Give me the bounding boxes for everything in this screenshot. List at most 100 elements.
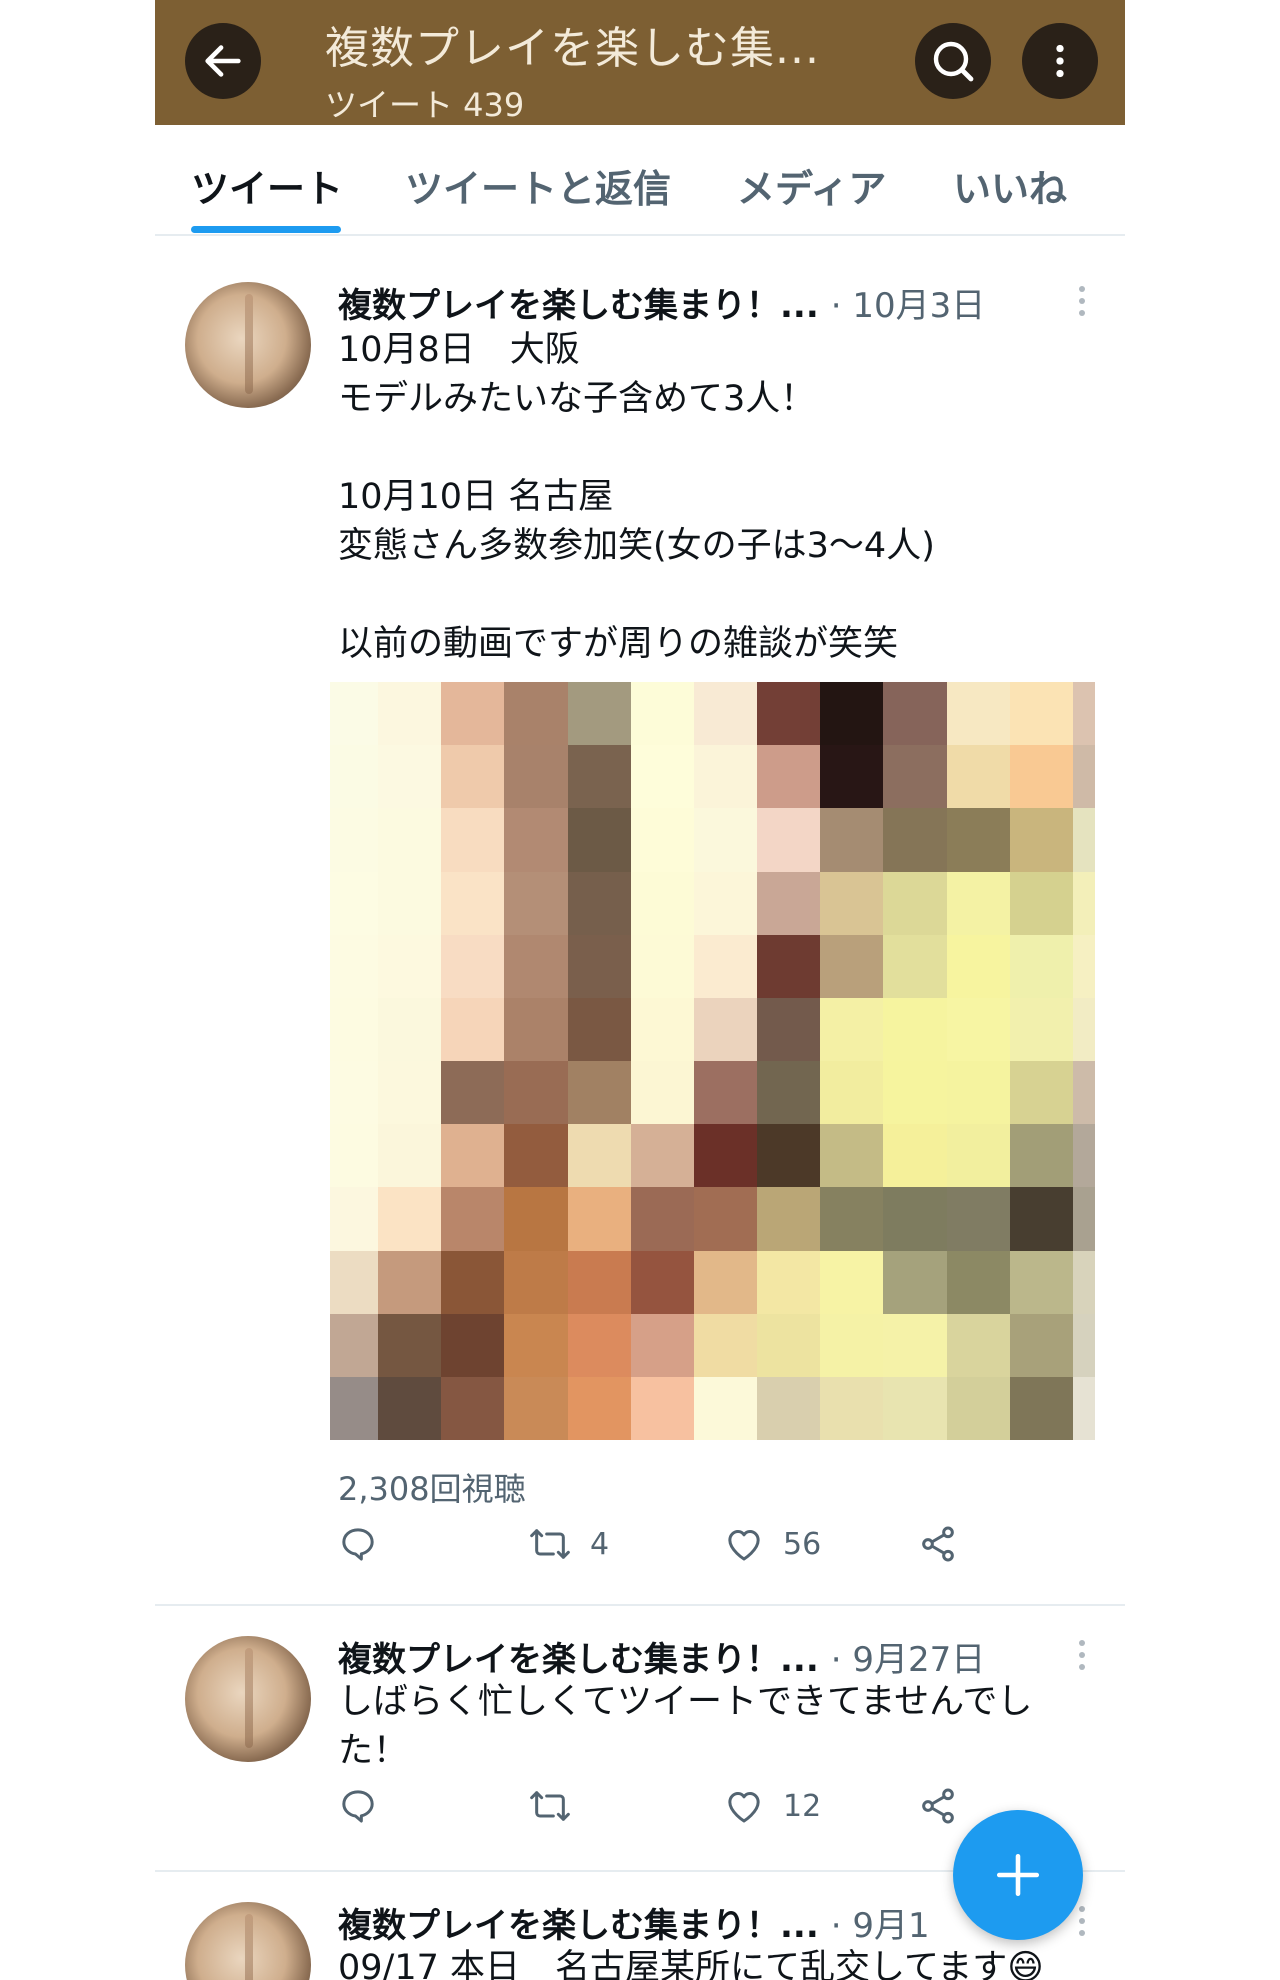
media-pixel bbox=[757, 1061, 821, 1125]
avatar[interactable] bbox=[185, 1902, 311, 1980]
media-pixel bbox=[1073, 1250, 1095, 1314]
media-pixel bbox=[1009, 1313, 1073, 1377]
like-button[interactable]: 12 bbox=[723, 1786, 821, 1826]
media-pixel bbox=[757, 1250, 821, 1314]
tweet-author-name[interactable]: 複数プレイを楽しむ集まり！... bbox=[338, 286, 819, 326]
like-count: 56 bbox=[783, 1526, 822, 1562]
tweet-author-name[interactable]: 複数プレイを楽しむ集まり！... bbox=[338, 1640, 819, 1680]
share-icon bbox=[922, 1526, 954, 1562]
search-button[interactable] bbox=[915, 23, 991, 99]
media-pixel bbox=[883, 1187, 947, 1251]
retweet-icon bbox=[530, 1791, 570, 1821]
compose-tweet-button[interactable] bbox=[953, 1810, 1083, 1940]
media-pixel bbox=[1073, 871, 1095, 935]
tweet-author-name[interactable]: 複数プレイを楽しむ集まり！... bbox=[338, 1906, 819, 1946]
media-pixel bbox=[693, 1124, 758, 1188]
media-pixel bbox=[504, 808, 568, 872]
reply-button[interactable] bbox=[338, 1786, 378, 1826]
media-pixel bbox=[693, 934, 758, 998]
profile-page: 複数プレイを楽しむ集... ツイート 439 ツイート ツイートと返信 メディア… bbox=[155, 0, 1125, 1980]
tweet-actions: 4 56 bbox=[338, 1524, 1098, 1574]
like-button[interactable]: 56 bbox=[723, 1524, 821, 1564]
active-tab-indicator bbox=[191, 226, 341, 233]
media-pixel bbox=[630, 808, 694, 872]
media-pixel bbox=[441, 1187, 505, 1251]
media-pixel bbox=[330, 682, 378, 746]
media-pixel bbox=[693, 1376, 758, 1440]
tweet-video-thumbnail[interactable] bbox=[330, 682, 1095, 1440]
media-pixel bbox=[330, 934, 378, 998]
retweet-button[interactable] bbox=[528, 1786, 590, 1826]
media-pixel bbox=[693, 1061, 758, 1125]
media-pixel bbox=[693, 808, 758, 872]
media-pixel bbox=[1009, 997, 1073, 1061]
media-pixel bbox=[630, 1250, 694, 1314]
tweet-item[interactable]: 複数プレイを楽しむ集まり！... · 10月3日 10月8日 大阪 モデルみたいな… bbox=[155, 242, 1125, 1606]
share-button[interactable] bbox=[918, 1524, 958, 1564]
media-pixel bbox=[883, 1250, 947, 1314]
media-pixel bbox=[693, 871, 758, 935]
profile-tabs: ツイート ツイートと返信 メディア いいね bbox=[155, 128, 1125, 236]
back-button[interactable] bbox=[185, 23, 261, 99]
media-pixel bbox=[567, 997, 631, 1061]
avatar[interactable] bbox=[185, 1636, 311, 1762]
media-pixel bbox=[441, 745, 505, 809]
tweet-date[interactable]: · 10月3日 bbox=[831, 286, 986, 326]
media-pixel bbox=[946, 997, 1010, 1061]
reply-button[interactable] bbox=[338, 1524, 378, 1564]
media-pixel bbox=[330, 808, 378, 872]
tab-media[interactable]: メディア bbox=[737, 158, 886, 213]
tweet-more-icon[interactable] bbox=[1079, 286, 1085, 316]
media-pixel bbox=[1073, 997, 1095, 1061]
media-pixel bbox=[504, 682, 568, 746]
media-pixel bbox=[504, 997, 568, 1061]
reply-icon bbox=[342, 1528, 374, 1561]
media-pixel bbox=[630, 745, 694, 809]
media-pixel bbox=[757, 745, 821, 809]
tweet-date[interactable]: · 9月27日 bbox=[831, 1640, 986, 1680]
tab-tweets-and-replies[interactable]: ツイートと返信 bbox=[405, 158, 671, 213]
media-pixel bbox=[441, 1376, 505, 1440]
media-pixel bbox=[1009, 1187, 1073, 1251]
tab-tweets[interactable]: ツイート bbox=[191, 158, 343, 213]
media-pixel bbox=[946, 871, 1010, 935]
tweet-more-icon[interactable] bbox=[1079, 1640, 1085, 1670]
share-button[interactable] bbox=[918, 1786, 958, 1826]
tab-likes[interactable]: いいね bbox=[953, 158, 1067, 213]
media-pixel bbox=[1009, 1250, 1073, 1314]
retweet-button[interactable]: 4 bbox=[528, 1524, 609, 1564]
tweet-date[interactable]: · 9月1 bbox=[831, 1906, 930, 1946]
media-pixel bbox=[441, 934, 505, 998]
media-pixel bbox=[820, 1376, 884, 1440]
media-pixel bbox=[820, 871, 884, 935]
avatar[interactable] bbox=[185, 282, 311, 408]
media-pixel bbox=[1009, 1376, 1073, 1440]
media-pixel bbox=[504, 871, 568, 935]
media-pixel bbox=[378, 1376, 442, 1440]
media-pixel bbox=[1073, 808, 1095, 872]
more-button[interactable] bbox=[1022, 23, 1098, 99]
media-pixel bbox=[946, 1376, 1010, 1440]
media-pixel bbox=[567, 1313, 631, 1377]
media-pixel bbox=[883, 871, 947, 935]
media-pixel bbox=[946, 1061, 1010, 1125]
media-pixel bbox=[946, 1124, 1010, 1188]
plus-icon bbox=[996, 1853, 1040, 1897]
media-pixel bbox=[630, 682, 694, 746]
media-pixel bbox=[378, 1313, 442, 1377]
media-pixel bbox=[820, 934, 884, 998]
media-pixel bbox=[504, 934, 568, 998]
media-pixel bbox=[820, 682, 884, 746]
media-pixel bbox=[757, 1187, 821, 1251]
media-pixel bbox=[757, 808, 821, 872]
retweet-count: 4 bbox=[590, 1526, 610, 1562]
media-pixel bbox=[378, 745, 442, 809]
tweet-more-icon[interactable] bbox=[1079, 1906, 1085, 1936]
media-pixel bbox=[630, 1187, 694, 1251]
header-tweet-count: ツイート 439 bbox=[325, 86, 525, 124]
media-pixel bbox=[820, 808, 884, 872]
media-pixel bbox=[630, 1376, 694, 1440]
media-pixel bbox=[883, 1313, 947, 1377]
media-pixel bbox=[883, 934, 947, 998]
media-pixel bbox=[378, 1061, 442, 1125]
